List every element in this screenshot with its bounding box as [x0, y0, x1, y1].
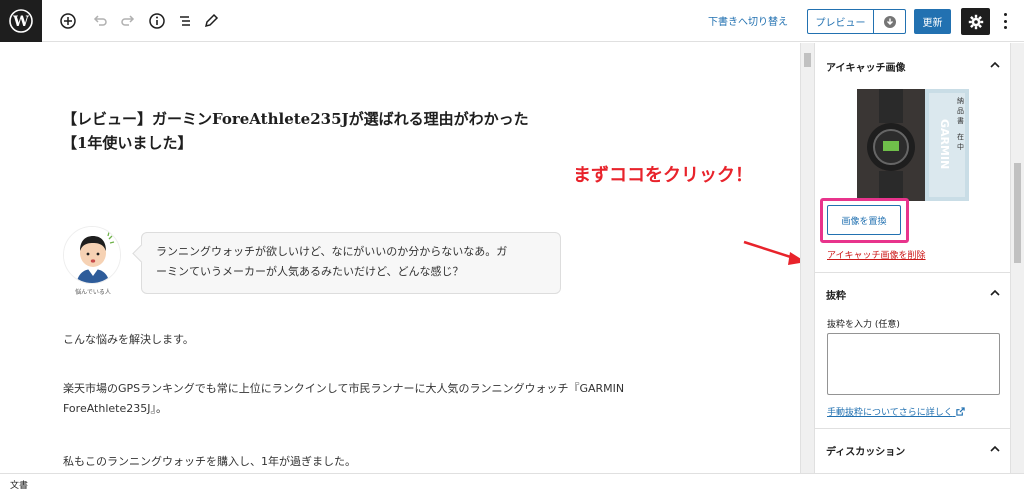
- featured-image-thumbnail[interactable]: GARMIN 納品書 在中: [857, 89, 969, 201]
- more-options-icon[interactable]: [999, 10, 1011, 32]
- paragraph-line: ForeAthlete235J』。: [63, 402, 167, 415]
- avatar-caption: 悩んでいる人: [75, 289, 111, 296]
- tools-pencil-icon[interactable]: [199, 9, 223, 33]
- sidebar-scrollbar[interactable]: [1010, 43, 1024, 473]
- svg-text:中: 中: [957, 142, 964, 151]
- svg-text:納: 納: [957, 96, 964, 105]
- svg-text:品: 品: [957, 107, 964, 115]
- discussion-panel-header[interactable]: ディスカッション: [815, 429, 1010, 471]
- speech-bubble-line-1: ランニングウォッチが欲しいけど、なにがいいのか分からないなあ。ガ: [156, 245, 508, 258]
- preview-button-group: プレビュー: [807, 9, 906, 34]
- speech-bubble[interactable]: ランニングウォッチが欲しいけど、なにがいいのか分からないなあ。ガ ーミンていうメ…: [141, 232, 561, 294]
- speech-bubble-line-2: ーミンていうメーカーが人気あるみたいだけど、どんな感じ？: [156, 265, 464, 278]
- wordpress-logo-icon[interactable]: W: [0, 0, 42, 42]
- settings-sidebar: アイキャッチ画像 GARMIN 納品書 在中 画像を置換 アイキャッチ画像を削除: [814, 43, 1010, 473]
- annotation-highlight-box: [820, 198, 909, 243]
- svg-text:在: 在: [957, 132, 964, 141]
- svg-text:書: 書: [957, 116, 964, 125]
- excerpt-textarea[interactable]: [827, 333, 1000, 395]
- discussion-heading: ディスカッション: [826, 446, 906, 458]
- svg-text:GARMIN: GARMIN: [938, 119, 951, 169]
- paragraph-block[interactable]: 楽天市場のGPSランキングでも常に上位にランクインして市民ランナーに大人気のラン…: [63, 379, 703, 419]
- featured-image-heading: アイキャッチ画像: [826, 62, 906, 74]
- list-view-icon[interactable]: [173, 9, 197, 33]
- chevron-up-icon: [990, 289, 1000, 296]
- excerpt-panel-header[interactable]: 抜粋: [815, 273, 1010, 315]
- editor-canvas: 【レビュー】ガーミンForeAthlete235Jが選ばれる理由がわかった 【1…: [0, 43, 800, 473]
- preview-dropdown-icon[interactable]: [873, 10, 905, 33]
- undo-icon[interactable]: [88, 9, 112, 33]
- info-icon[interactable]: [145, 9, 169, 33]
- paragraph-block[interactable]: こんな悩みを解決します。: [63, 330, 703, 350]
- excerpt-learn-more-label: 手動抜粋についてさらに詳しく: [827, 408, 953, 418]
- post-title[interactable]: 【レビュー】ガーミンForeAthlete235Jが選ばれる理由がわかった 【1…: [62, 107, 622, 155]
- annotation-callout: まずココをクリック！: [573, 165, 753, 186]
- post-title-line-2: 【1年使いました】: [62, 134, 193, 152]
- switch-to-draft-link[interactable]: 下書きへ切り替え: [708, 13, 788, 28]
- post-title-line-1: 【レビュー】ガーミンForeAthlete235Jが選ばれる理由がわかった: [62, 110, 529, 128]
- paragraph-line: 楽天市場のGPSランキングでも常に上位にランクインして市民ランナーに大人気のラン…: [63, 382, 625, 395]
- excerpt-learn-more-link[interactable]: 手動抜粋についてさらに詳しく: [827, 405, 965, 418]
- excerpt-label: 抜粋を入力 (任意): [827, 320, 900, 330]
- remove-featured-image-link[interactable]: アイキャッチ画像を削除: [827, 248, 926, 261]
- block-breadcrumb[interactable]: 文書: [0, 473, 1024, 492]
- featured-image-panel-header[interactable]: アイキャッチ画像: [815, 45, 1010, 87]
- svg-text:W: W: [12, 14, 29, 30]
- editor-toolbar: W 下書きへ切り替え プレビュー 更新: [0, 0, 1024, 42]
- avatar-worried-person: [63, 226, 121, 284]
- excerpt-heading: 抜粋: [826, 290, 846, 302]
- add-block-icon[interactable]: [56, 9, 80, 33]
- annotation-arrow-icon: [743, 240, 800, 265]
- redo-icon[interactable]: [116, 9, 140, 33]
- update-button[interactable]: 更新: [914, 9, 951, 34]
- settings-gear-icon[interactable]: [961, 8, 990, 35]
- paragraph-block[interactable]: 私もこのランニングウォッチを購入し、1年が過ぎました。: [63, 452, 703, 472]
- editor-scrollbar[interactable]: [800, 43, 814, 473]
- chevron-up-icon: [990, 445, 1000, 452]
- chevron-up-icon: [990, 61, 1000, 68]
- external-link-icon: [955, 407, 965, 416]
- preview-button[interactable]: プレビュー: [808, 10, 873, 33]
